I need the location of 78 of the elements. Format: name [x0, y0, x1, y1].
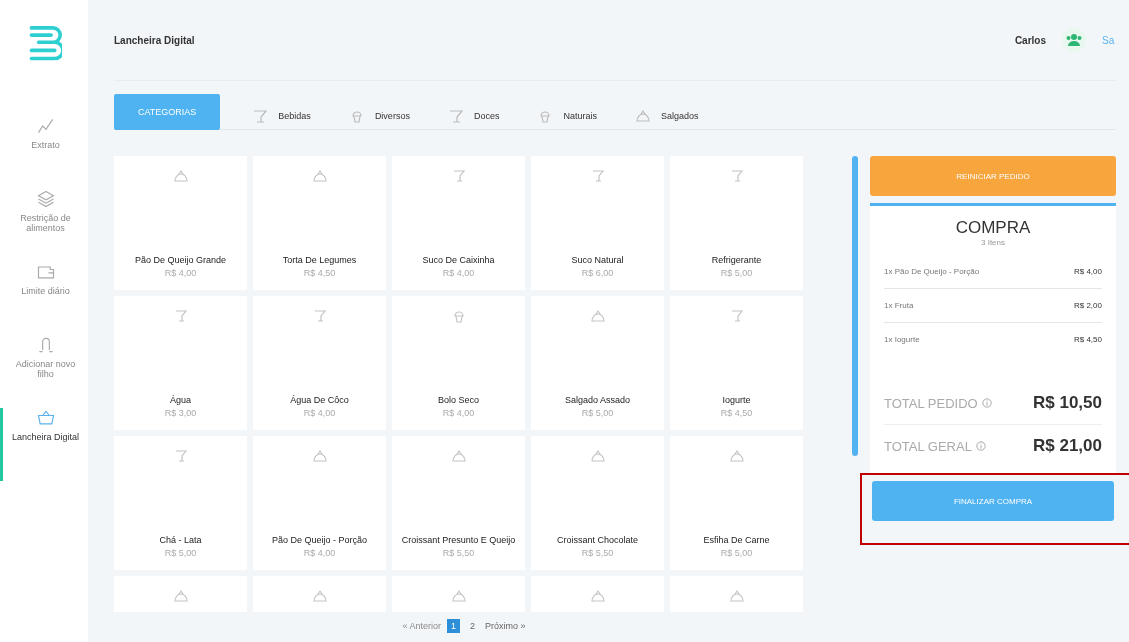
- product-price: R$ 5,50: [442, 548, 475, 558]
- product-card[interactable]: Pão De Queijo Grande R$ 4,00: [114, 156, 247, 290]
- product-name: Salgado Assado: [564, 394, 631, 406]
- product-name: Bolo Seco: [438, 394, 479, 406]
- product-price: R$ 4,50: [303, 268, 336, 278]
- product-card[interactable]: Torta De Legumes R$ 4,50: [253, 156, 386, 290]
- product-name: Refrigerante: [711, 254, 762, 266]
- order-item-price: R$ 4,50: [1073, 335, 1102, 344]
- category-tab[interactable]: Doces: [441, 105, 506, 129]
- layers-icon: [35, 189, 56, 209]
- order-item-name: 1x Fruta: [884, 301, 914, 310]
- sidebar-item[interactable]: Extrato: [0, 116, 88, 189]
- glass-icon: [252, 107, 269, 124]
- product-card[interactable]: Croissant Chocolate R$ 5,50: [531, 436, 664, 570]
- item-count: 3 Itens: [980, 238, 1006, 247]
- product-name: Água: [170, 394, 191, 406]
- product-name: Pão De Queijo Grande: [134, 254, 227, 266]
- users-icon: [1062, 28, 1086, 52]
- product-price: R$ 5,00: [581, 408, 614, 418]
- product-card[interactable]: Esfiha De Carne R$ 5,00: [670, 436, 803, 570]
- sidebar-item[interactable]: Lancheira Digital: [0, 408, 88, 481]
- product-price: R$ 4,00: [303, 548, 336, 558]
- product-price: R$ 5,00: [164, 548, 197, 558]
- product-price: R$ 4,00: [442, 408, 475, 418]
- product-name: Iogurte: [722, 394, 751, 406]
- product-name: Suco De Caixinha: [422, 254, 495, 266]
- page-title: Lancheira Digital: [114, 34, 196, 46]
- page-link[interactable]: 2: [466, 619, 479, 633]
- product-name: Croissant Chocolate: [556, 534, 638, 546]
- next-link[interactable]: Próximo »: [485, 621, 526, 631]
- product-price: R$ 4,50: [720, 408, 753, 418]
- product-price: R$ 4,00: [442, 268, 475, 278]
- product-price: R$ 5,50: [581, 548, 614, 558]
- total-label: TOTAL PEDIDO: [884, 395, 978, 411]
- sidebar-item[interactable]: Limite diário: [0, 262, 88, 335]
- product-card[interactable]: Água De Côco R$ 4,00: [253, 296, 386, 430]
- product-card[interactable]: Croissant Presunto E Queijo R$ 5,50: [392, 436, 525, 570]
- product-price: R$ 3,00: [164, 408, 197, 418]
- info-icon[interactable]: [981, 398, 992, 408]
- product-card[interactable]: Água R$ 3,00: [114, 296, 247, 430]
- product-name: Água De Côco: [290, 394, 349, 406]
- order-item-price: R$ 4,00: [1073, 267, 1102, 276]
- glass-icon: [447, 107, 464, 124]
- total-value: R$ 10,50: [1033, 393, 1102, 413]
- product-price: R$ 5,00: [720, 268, 753, 278]
- product-price: R$ 6,00: [581, 268, 614, 278]
- sidebar-item[interactable]: Adicionar novo filho: [0, 335, 88, 408]
- product-price: R$ 4,00: [303, 408, 336, 418]
- product-price: R$ 4,00: [164, 268, 197, 278]
- category-tab[interactable]: Salgados: [628, 105, 705, 129]
- user-name: Carlos: [1014, 34, 1046, 46]
- product-name: Esfiha De Carne: [703, 534, 770, 546]
- product-name: Croissant Presunto E Queijo: [401, 534, 516, 546]
- cart-title: COMPRA: [954, 218, 1032, 238]
- product-card[interactable]: Pão De Queijo - Porção R$ 4,00: [253, 436, 386, 570]
- product-card[interactable]: Iogurte R$ 4,50: [670, 296, 803, 430]
- product-name: Suco Natural: [571, 254, 624, 266]
- product-card[interactable]: Salgado Assado R$ 5,00: [531, 296, 664, 430]
- sidebar-item[interactable]: Restrição de alimentos: [0, 189, 88, 262]
- line-chart-icon: [35, 116, 56, 136]
- order-item-name: 1x Iogurte: [884, 335, 920, 344]
- product-name: Pão De Queijo - Porção: [271, 534, 368, 546]
- category-tab[interactable]: Diversos: [342, 105, 416, 129]
- total-label: TOTAL GERAL: [884, 438, 972, 454]
- product-card[interactable]: Refrigerante R$ 5,00: [670, 156, 803, 290]
- info-icon[interactable]: [975, 441, 986, 451]
- product-name: Chá - Lata: [159, 534, 202, 546]
- order-item-name: 1x Pão De Queijo - Porção: [884, 267, 980, 276]
- product-price: R$ 5,00: [720, 548, 753, 558]
- order-item-price: R$ 2,00: [1073, 301, 1102, 310]
- total-value: R$ 21,00: [1033, 436, 1102, 456]
- category-tab[interactable]: Naturais: [531, 105, 603, 129]
- product-card[interactable]: Bolo Seco R$ 4,00: [392, 296, 525, 430]
- product-card[interactable]: Suco De Caixinha R$ 4,00: [392, 156, 525, 290]
- product-card[interactable]: Suco Natural R$ 6,00: [531, 156, 664, 290]
- category-tab[interactable]: Bebidas: [246, 105, 317, 129]
- product-name: Torta De Legumes: [282, 254, 357, 266]
- product-card[interactable]: Chá - Lata R$ 5,00: [114, 436, 247, 570]
